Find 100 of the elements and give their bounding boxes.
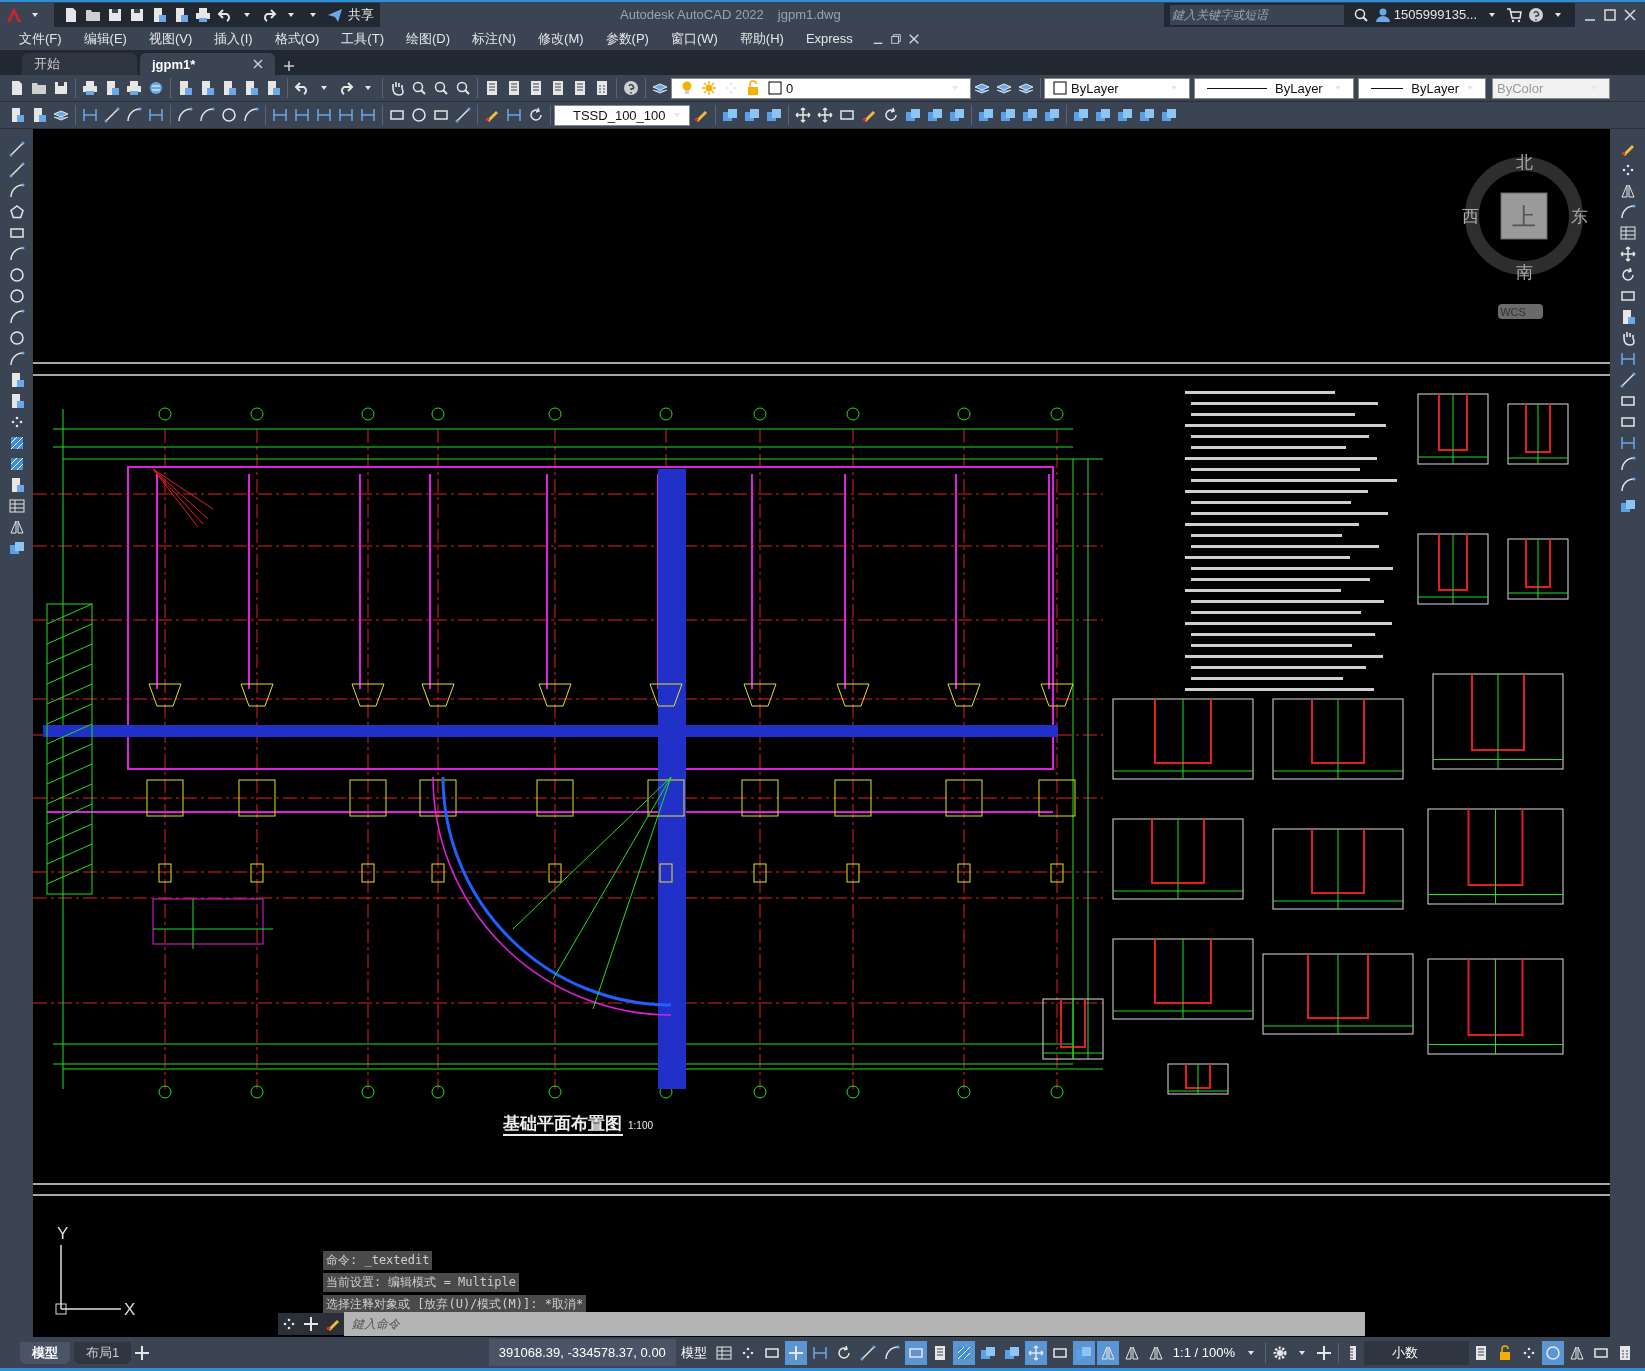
- page-icon[interactable]: [9, 80, 25, 96]
- cube-icon[interactable]: [1139, 107, 1155, 123]
- line-icon[interactable]: [8, 141, 25, 157]
- share-label[interactable]: 共享: [348, 5, 374, 24]
- dimension-style-dropdown[interactable]: TSSD_100_100: [554, 104, 690, 126]
- dimension-icon[interactable]: [294, 107, 310, 123]
- mirror-icon[interactable]: [8, 519, 25, 535]
- layout-tab[interactable]: 模型: [20, 1341, 70, 1364]
- redo-icon[interactable]: [261, 6, 277, 23]
- layers-icon[interactable]: [53, 107, 69, 123]
- sheet-icon[interactable]: [506, 80, 522, 96]
- menu-item[interactable]: 修改(M): [527, 29, 595, 48]
- help-icon[interactable]: [1528, 6, 1544, 23]
- arc-icon[interactable]: [177, 107, 193, 123]
- menu-item[interactable]: 窗口(W): [659, 29, 729, 48]
- close-icon[interactable]: [907, 32, 920, 45]
- redo-icon[interactable]: [338, 80, 354, 96]
- linetype-dropdown[interactable]: ByLayer: [1194, 77, 1354, 99]
- arc-icon[interactable]: [8, 183, 25, 199]
- close-icon[interactable]: [1623, 7, 1637, 22]
- layer-dropdown[interactable]: 0: [671, 77, 971, 99]
- line-icon[interactable]: [8, 162, 25, 178]
- dots-icon[interactable]: [281, 1316, 297, 1332]
- circle-icon[interactable]: [411, 107, 427, 123]
- page-icon[interactable]: [63, 6, 79, 23]
- layout-tab[interactable]: 布局1: [74, 1341, 132, 1364]
- document-icon[interactable]: [173, 6, 189, 23]
- layers-icon[interactable]: [1018, 80, 1034, 96]
- layers-icon[interactable]: [652, 80, 668, 96]
- view-cube[interactable]: [1500, 192, 1548, 240]
- calculator-icon[interactable]: [594, 80, 610, 96]
- circle-icon[interactable]: [8, 288, 25, 304]
- units-dropdown[interactable]: 小数: [1364, 1340, 1469, 1365]
- line-icon[interactable]: [455, 107, 471, 123]
- square-icon[interactable]: [1052, 80, 1068, 96]
- rectangle-icon[interactable]: [839, 107, 855, 123]
- undo-icon[interactable]: [217, 6, 233, 23]
- dimension-icon[interactable]: [1619, 435, 1636, 451]
- magnifier-icon[interactable]: [1352, 6, 1369, 23]
- annotation-scale-button[interactable]: 1:1 / 100%: [1167, 1339, 1240, 1366]
- dimension-icon[interactable]: [82, 107, 98, 123]
- mirror-icon[interactable]: [1619, 183, 1636, 199]
- plus-icon[interactable]: [303, 1316, 319, 1332]
- dimension-icon[interactable]: [316, 107, 332, 123]
- maximize-icon[interactable]: [1603, 7, 1617, 22]
- plus-icon[interactable]: [134, 1344, 151, 1361]
- hand-icon[interactable]: [389, 80, 405, 96]
- dimension-icon[interactable]: [360, 107, 376, 123]
- cube-icon[interactable]: [905, 107, 921, 123]
- line-icon[interactable]: [104, 107, 120, 123]
- dimension-icon[interactable]: [148, 107, 164, 123]
- cart-icon[interactable]: [1506, 6, 1522, 23]
- sheet-icon[interactable]: [572, 80, 588, 96]
- layers-icon[interactable]: [974, 80, 990, 96]
- document-icon[interactable]: [104, 80, 120, 96]
- cube-icon[interactable]: [978, 107, 994, 123]
- arc-icon[interactable]: [8, 309, 25, 325]
- table-icon[interactable]: [8, 498, 25, 514]
- cube-icon[interactable]: [1000, 107, 1016, 123]
- menu-item[interactable]: 帮助(H): [728, 29, 795, 48]
- plus-icon[interactable]: [1316, 1344, 1332, 1361]
- circle-icon[interactable]: [221, 107, 237, 123]
- dimension-icon[interactable]: [338, 107, 354, 123]
- printer-icon[interactable]: [82, 80, 98, 96]
- hatch-icon[interactable]: [8, 456, 25, 472]
- dimension-icon[interactable]: [506, 107, 522, 123]
- undo-icon[interactable]: [294, 80, 310, 96]
- rotate-icon[interactable]: [1619, 267, 1636, 283]
- move-icon[interactable]: [1619, 246, 1636, 262]
- line-icon[interactable]: [1619, 372, 1636, 388]
- cube-icon[interactable]: [927, 107, 943, 123]
- compass-south[interactable]: 南: [1515, 263, 1533, 282]
- menu-item[interactable]: 文件(F): [8, 29, 73, 48]
- arc-icon[interactable]: [199, 107, 215, 123]
- cube-icon[interactable]: [1161, 107, 1177, 123]
- dimension-icon[interactable]: [272, 107, 288, 123]
- dimension-icon[interactable]: [1619, 351, 1636, 367]
- compass-north[interactable]: 北: [1515, 153, 1533, 172]
- table-icon[interactable]: [1619, 225, 1636, 241]
- menu-item[interactable]: 编辑(E): [72, 29, 138, 48]
- document-icon[interactable]: [31, 107, 47, 123]
- menu-item[interactable]: 插入(I): [203, 29, 264, 48]
- document-icon[interactable]: [9, 107, 25, 123]
- cube-icon[interactable]: [8, 540, 25, 556]
- rectangle-icon[interactable]: [1619, 414, 1636, 430]
- arc-icon[interactable]: [8, 246, 25, 262]
- file-tab[interactable]: 开始: [22, 53, 137, 75]
- cube-icon[interactable]: [1117, 107, 1133, 123]
- rectangle-icon[interactable]: [1619, 288, 1636, 304]
- cube-icon[interactable]: [1619, 498, 1636, 514]
- document-icon[interactable]: [243, 80, 259, 96]
- menu-item[interactable]: 工具(T): [330, 29, 395, 48]
- document-icon[interactable]: [151, 6, 167, 23]
- model-space-button[interactable]: 模型: [675, 1339, 712, 1366]
- restore-icon[interactable]: [889, 32, 902, 45]
- cube-icon[interactable]: [1095, 107, 1111, 123]
- move-icon[interactable]: [817, 107, 833, 123]
- dots-icon[interactable]: [723, 80, 739, 96]
- arc-icon[interactable]: [1619, 204, 1636, 220]
- menu-item[interactable]: 绘图(D): [394, 29, 461, 48]
